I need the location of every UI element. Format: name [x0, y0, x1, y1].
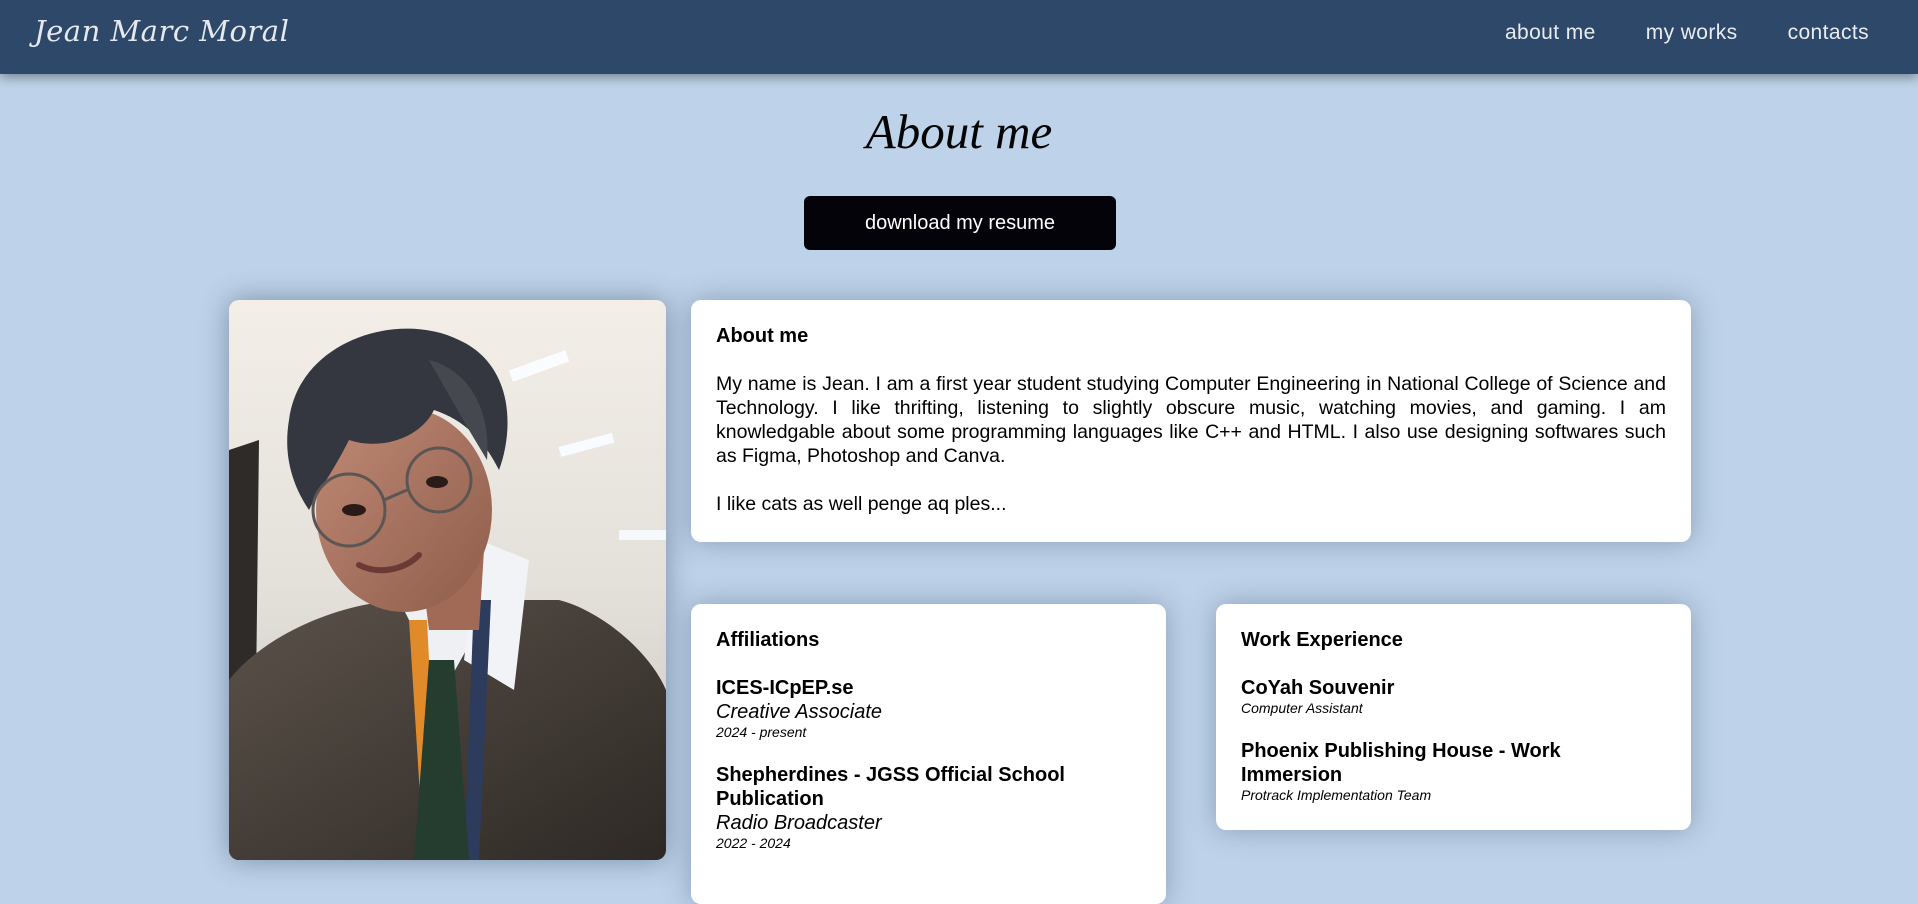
nav-link-my-works[interactable]: my works: [1646, 21, 1738, 45]
affiliation-years: 2022 - 2024: [716, 835, 791, 851]
affiliation-item: ICES-ICpEP.se Creative Associate 2024 - …: [716, 676, 1141, 741]
nav-link-contacts[interactable]: contacts: [1788, 21, 1869, 45]
profile-photo: [229, 300, 666, 860]
work-org: Phoenix Publishing House - Work Immersio…: [1241, 740, 1561, 786]
affiliation-org: ICES-ICpEP.se: [716, 677, 854, 699]
affiliations-heading: Affiliations: [716, 629, 820, 651]
main-nav: about me my works contacts: [1505, 21, 1869, 45]
work-item: CoYah Souvenir Computer Assistant: [1241, 676, 1666, 717]
page-title: About me: [865, 104, 1053, 159]
work-role: Computer Assistant: [1241, 700, 1363, 716]
affiliations-card: Affiliations ICES-ICpEP.se Creative Asso…: [691, 604, 1166, 904]
affiliation-role: Creative Associate: [716, 701, 882, 723]
about-card: About me My name is Jean. I am a first y…: [691, 300, 1691, 542]
nav-link-about-me[interactable]: about me: [1505, 21, 1596, 45]
about-paragraph-2: I like cats as well penge aq ples...: [716, 493, 1007, 515]
about-heading: About me: [716, 325, 809, 347]
top-navigation-bar: Jean Marc Moral about me my works contac…: [0, 0, 1918, 74]
work-item: Phoenix Publishing House - Work Immersio…: [1241, 739, 1666, 804]
work-heading: Work Experience: [1241, 629, 1403, 651]
site-logo[interactable]: Jean Marc Moral: [34, 14, 289, 48]
work-experience-card: Work Experience CoYah Souvenir Computer …: [1216, 604, 1691, 830]
affiliation-item: Shepherdines - JGSS Official School Publ…: [716, 763, 1141, 852]
work-org: CoYah Souvenir: [1241, 677, 1395, 699]
affiliation-years: 2024 - present: [716, 724, 807, 740]
download-resume-button[interactable]: download my resume: [804, 196, 1116, 250]
affiliation-org: Shepherdines - JGSS Official School Publ…: [716, 764, 1065, 810]
about-paragraph: My name is Jean. I am a first year stude…: [716, 373, 1666, 467]
work-role: Protrack Implementation Team: [1241, 787, 1432, 803]
affiliation-role: Radio Broadcaster: [716, 812, 882, 834]
